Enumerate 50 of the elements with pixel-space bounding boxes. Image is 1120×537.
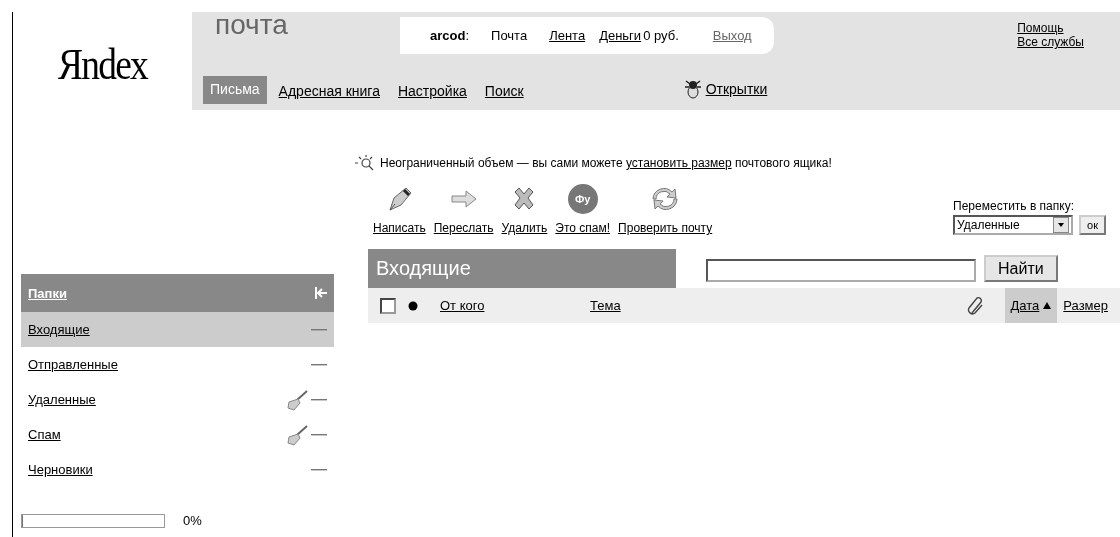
tab[interactable]: Настройка — [391, 78, 473, 104]
service-link[interactable]: Лента — [549, 28, 586, 43]
ok-button[interactable]: ок — [1079, 215, 1106, 235]
search-field[interactable] — [706, 259, 976, 282]
folder-select[interactable]: Удаленные — [953, 215, 1074, 235]
toolbar-link[interactable]: Переслать — [433, 221, 494, 235]
folder-link[interactable]: Отправленные — [28, 357, 118, 372]
logo[interactable]: Яndex — [26, 12, 179, 110]
folder-link[interactable]: Спам — [28, 427, 61, 442]
column-link[interactable]: Дата — [1010, 298, 1040, 313]
search-button[interactable]: Найти — [984, 255, 1058, 282]
move-label: Переместить в папку: — [953, 199, 1075, 213]
broom-icon[interactable] — [285, 423, 309, 446]
folder-row[interactable]: Входящие — [21, 312, 334, 347]
postcards-link[interactable]: Открытки — [705, 81, 768, 97]
balance: 0 руб. — [643, 28, 679, 43]
broom-icon[interactable] — [285, 388, 309, 411]
tab[interactable]: Адресная книга — [272, 78, 386, 104]
set-size-link[interactable]: установить размер — [625, 156, 732, 170]
dropdown-icon — [1053, 217, 1070, 233]
toolbar-link[interactable]: Написать — [373, 221, 426, 235]
quota-reading: 0% — [183, 513, 202, 528]
current-service: Почта — [491, 28, 528, 43]
inbox-title: Входящие — [368, 249, 676, 288]
separator: : — [465, 28, 470, 43]
column-link[interactable]: От кого — [440, 298, 485, 313]
tab[interactable]: Письма — [203, 76, 267, 104]
notice-text: Неограниченный объем — вы сами можете установить размер почтового ящика! — [380, 156, 832, 170]
folder-link[interactable]: Удаленные — [28, 392, 96, 407]
service-title: почта — [214, 8, 289, 42]
folder-link[interactable]: Входящие — [28, 322, 90, 337]
help-link[interactable]: Все службы — [1017, 35, 1084, 49]
folder-link[interactable]: Черновики — [28, 462, 93, 477]
logout-link[interactable]: Выход — [712, 28, 752, 43]
sort-up-icon — [1043, 302, 1052, 309]
column-link[interactable]: Размер — [1063, 298, 1108, 313]
toolbar-link[interactable]: Удалить — [501, 221, 548, 235]
select-all-checkbox[interactable] — [380, 297, 396, 314]
help-link[interactable]: Помощь — [1017, 21, 1084, 35]
unread-dot-icon — [408, 300, 418, 311]
toolbar-link[interactable]: Это спам! — [555, 221, 611, 235]
folders-title-link[interactable]: Папки — [28, 285, 67, 301]
service-link[interactable]: Деньги — [599, 28, 642, 43]
tab[interactable]: Поиск — [478, 78, 530, 104]
toolbar-link[interactable]: Проверить почту — [618, 221, 713, 235]
spam-badge: Фу — [567, 184, 598, 214]
collapse-icon — [315, 287, 327, 299]
column-link[interactable]: Тема — [590, 298, 621, 313]
bug-icon — [683, 79, 702, 99]
paperclip-icon — [966, 295, 985, 316]
